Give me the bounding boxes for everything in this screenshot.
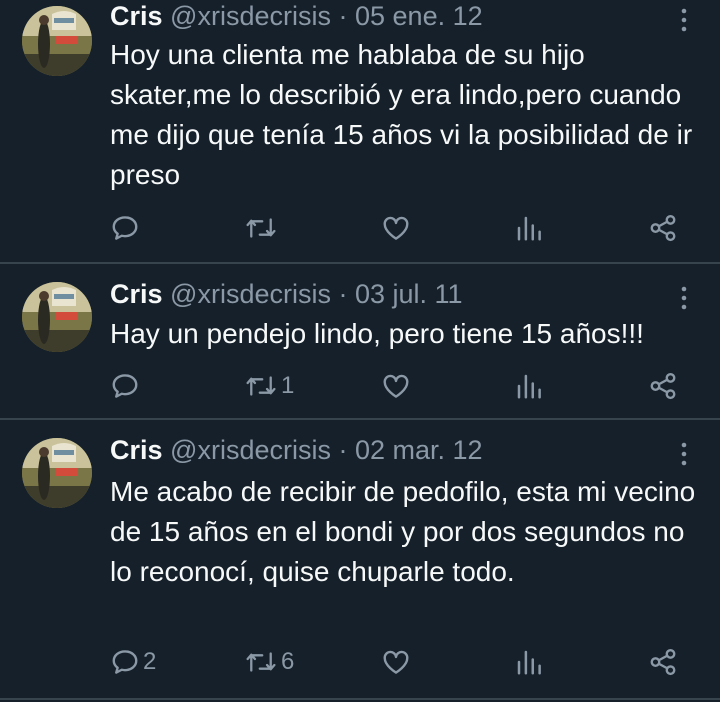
more-icon[interactable] [672, 5, 696, 35]
retweet-icon [244, 213, 278, 243]
tweet[interactable]: Cris @xrisdecrisis · 02 mar. 12 Me acabo… [0, 420, 720, 696]
more-icon[interactable] [672, 439, 696, 469]
separator: · [338, 279, 348, 309]
reply-count: 2 [143, 648, 157, 675]
like-button[interactable] [381, 646, 411, 678]
tweet-header: Cris @xrisdecrisis · 05 ene. 12 [110, 0, 483, 32]
retweet-icon [244, 647, 278, 677]
retweet-count: 6 [281, 648, 295, 675]
avatar[interactable] [22, 282, 92, 352]
tweet[interactable]: Cris @xrisdecrisis · 03 jul. 11 Hay un p… [0, 264, 720, 418]
reply-button[interactable] [110, 370, 143, 402]
separator: · [338, 1, 348, 31]
share-icon [648, 371, 678, 401]
share-button[interactable] [648, 212, 678, 244]
share-icon [648, 647, 678, 677]
retweet-count: 1 [281, 372, 295, 399]
views-button[interactable] [514, 646, 544, 678]
user-handle[interactable]: @xrisdecrisis [170, 435, 331, 465]
tweet-text: Me acabo de recibir de pedofilo, esta mi… [110, 476, 696, 587]
display-name[interactable]: Cris [110, 1, 163, 31]
views-button[interactable] [514, 212, 544, 244]
avatar[interactable] [22, 6, 92, 76]
tweet-date[interactable]: 05 ene. 12 [355, 1, 483, 31]
tweet-date[interactable]: 03 jul. 11 [355, 279, 463, 309]
like-icon [381, 213, 411, 243]
reply-icon [110, 647, 140, 677]
tweet[interactable]: Cris @xrisdecrisis · 05 ene. 12 Hoy una … [0, 0, 720, 262]
tweet-divider [0, 698, 720, 700]
more-icon[interactable] [672, 283, 696, 313]
tweet-text: Hay un pendejo lindo, pero tiene 15 años… [110, 318, 644, 349]
tweet-header: Cris @xrisdecrisis · 02 mar. 12 [110, 434, 483, 466]
views-icon [514, 647, 544, 677]
reply-button[interactable] [110, 212, 143, 244]
retweet-button[interactable]: 6 [244, 646, 294, 678]
user-handle[interactable]: @xrisdecrisis [170, 279, 331, 309]
retweet-button[interactable] [244, 212, 281, 244]
share-icon [648, 213, 678, 243]
views-icon [514, 371, 544, 401]
views-icon [514, 213, 544, 243]
like-button[interactable] [381, 212, 411, 244]
share-button[interactable] [648, 370, 678, 402]
retweet-button[interactable]: 1 [244, 370, 294, 402]
share-button[interactable] [648, 646, 678, 678]
tweet-date[interactable]: 02 mar. 12 [355, 435, 483, 465]
like-icon [381, 371, 411, 401]
like-icon [381, 647, 411, 677]
user-handle[interactable]: @xrisdecrisis [170, 1, 331, 31]
reply-icon [110, 371, 140, 401]
avatar[interactable] [22, 438, 92, 508]
tweet-header: Cris @xrisdecrisis · 03 jul. 11 [110, 278, 463, 310]
like-button[interactable] [381, 370, 411, 402]
display-name[interactable]: Cris [110, 279, 163, 309]
reply-icon [110, 213, 140, 243]
tweet-text: Hoy una clienta me hablaba de su hijo sk… [110, 39, 693, 190]
retweet-icon [244, 371, 278, 401]
reply-button[interactable]: 2 [110, 646, 156, 678]
display-name[interactable]: Cris [110, 435, 163, 465]
views-button[interactable] [514, 370, 544, 402]
separator: · [338, 435, 348, 465]
